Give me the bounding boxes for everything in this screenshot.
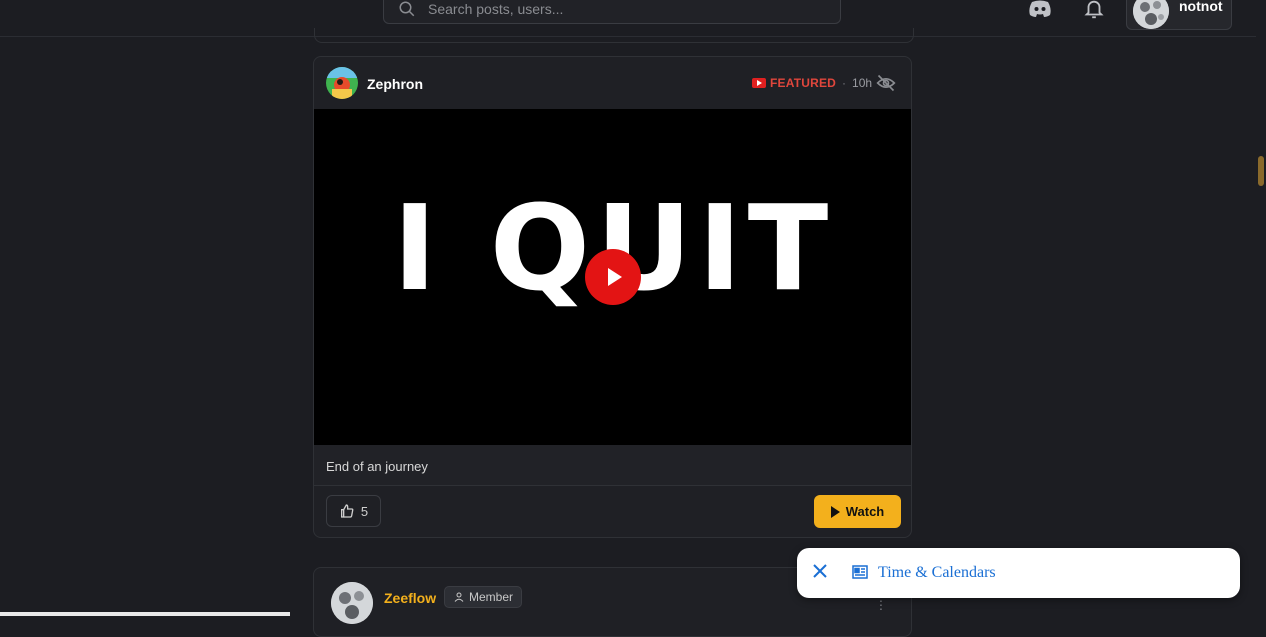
user-icon xyxy=(454,592,464,602)
youtube-icon xyxy=(752,78,766,88)
bottom-strip xyxy=(0,612,290,616)
more-vertical-icon[interactable]: · · · xyxy=(877,593,885,615)
featured-badge: FEATURED · 10h xyxy=(752,76,872,90)
scrollbar-thumb[interactable] xyxy=(1258,156,1264,186)
member-badge: Member xyxy=(444,586,523,608)
author-avatar[interactable] xyxy=(326,67,358,99)
bell-icon[interactable] xyxy=(1081,0,1107,22)
avatar xyxy=(1133,0,1169,29)
search-icon xyxy=(399,1,415,17)
search-input[interactable] xyxy=(426,0,810,18)
user-menu[interactable]: notnot xyxy=(1126,0,1232,30)
separator: · xyxy=(842,76,847,90)
toast-title[interactable]: Time & Calendars xyxy=(878,564,996,582)
thumbs-up-icon xyxy=(340,504,354,518)
watch-label: Watch xyxy=(845,504,885,519)
post-header: Zephron FEATURED · 10h xyxy=(314,57,911,109)
notification-toast: Time & Calendars xyxy=(797,548,1240,598)
discord-icon[interactable] xyxy=(1027,0,1053,22)
post-time: 10h xyxy=(852,76,873,90)
play-icon[interactable] xyxy=(585,249,641,305)
author-name[interactable]: Zeeflow xyxy=(384,590,436,606)
author-name[interactable]: Zephron xyxy=(367,76,423,92)
search-box[interactable] xyxy=(383,0,841,24)
newspaper-icon xyxy=(852,565,868,579)
play-icon xyxy=(830,505,840,518)
close-icon[interactable] xyxy=(812,563,828,579)
member-label: Member xyxy=(469,590,514,604)
previous-post-card xyxy=(314,28,914,43)
video-thumbnail[interactable]: I QUIT xyxy=(314,109,911,445)
eye-off-icon[interactable] xyxy=(876,73,896,93)
featured-label: FEATURED xyxy=(770,76,837,90)
post-card: Zephron FEATURED · 10h I QUIT End of an … xyxy=(313,56,912,538)
post-caption: End of an journey xyxy=(326,459,428,474)
like-button[interactable]: 5 xyxy=(326,495,381,527)
watch-button[interactable]: Watch xyxy=(814,495,901,528)
author-avatar[interactable] xyxy=(331,582,373,624)
username: notnot xyxy=(1179,0,1223,14)
like-count: 5 xyxy=(360,503,369,519)
caption-row: End of an journey xyxy=(314,445,911,486)
